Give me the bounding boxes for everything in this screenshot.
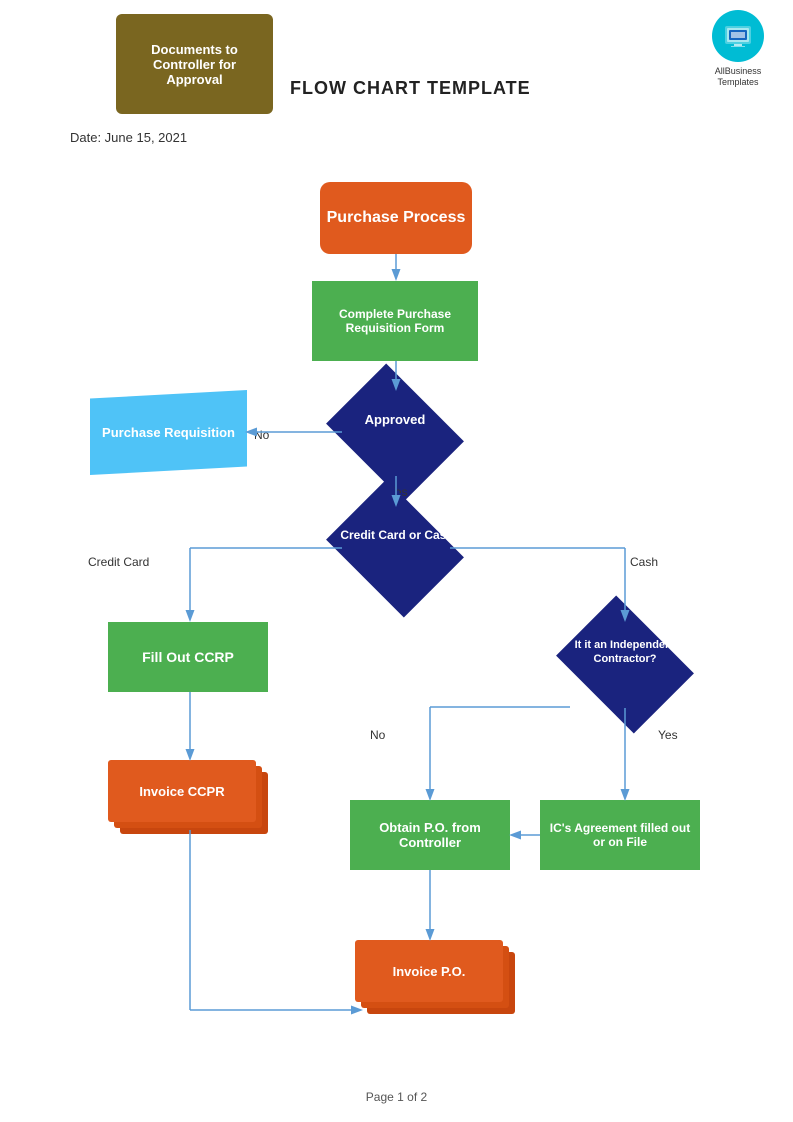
- header-box-text: Documents to Controller for Approval: [124, 42, 265, 87]
- label-cash: Cash: [630, 555, 658, 569]
- page-number: Page 1 of 2: [366, 1090, 427, 1104]
- node-ica: IC's Agreement filled out or on File: [540, 800, 700, 870]
- header-box: Documents to Controller for Approval: [116, 14, 273, 114]
- node-purchase-process: Purchase Process: [320, 182, 472, 254]
- logo-circle: [712, 10, 764, 62]
- label-yes-ic: Yes: [658, 728, 678, 742]
- node-purchase-req: Purchase Requisition: [90, 390, 247, 475]
- diamond-cc: [326, 480, 464, 618]
- label-no-approved: No: [254, 428, 269, 442]
- node-invoice-ccpr: Invoice CCPR: [108, 760, 263, 828]
- logo-area: AllBusinessTemplates: [703, 10, 773, 88]
- node-obtain-po: Obtain P.O. from Controller: [350, 800, 510, 870]
- node-complete-form: Complete Purchase Requisition Form: [312, 281, 478, 361]
- node-fill-ccrp: Fill Out CCRP: [108, 622, 268, 692]
- logo-icon: [723, 21, 753, 51]
- label-no-ic: No: [370, 728, 385, 742]
- node-invoice-po: Invoice P.O.: [355, 940, 510, 1008]
- diamond-approved: [326, 364, 464, 502]
- diamond-ic: [556, 596, 694, 734]
- label-credit-card: Credit Card: [88, 555, 149, 569]
- logo-text: AllBusinessTemplates: [703, 66, 773, 88]
- page-title: FLOW CHART TEMPLATE: [290, 78, 531, 99]
- date-label: Date: June 15, 2021: [70, 130, 187, 145]
